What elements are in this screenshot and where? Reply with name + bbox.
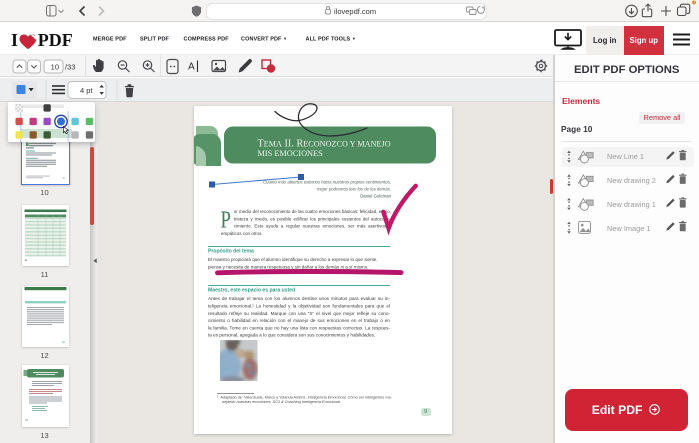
- svg-text:ilovepdf.com: ilovepdf.com: [334, 7, 376, 16]
- svg-text:/33: /33: [65, 63, 75, 72]
- svg-text:4 pt: 4 pt: [80, 86, 93, 95]
- svg-text:A: A: [188, 62, 195, 73]
- svg-text:10: 10: [51, 63, 59, 72]
